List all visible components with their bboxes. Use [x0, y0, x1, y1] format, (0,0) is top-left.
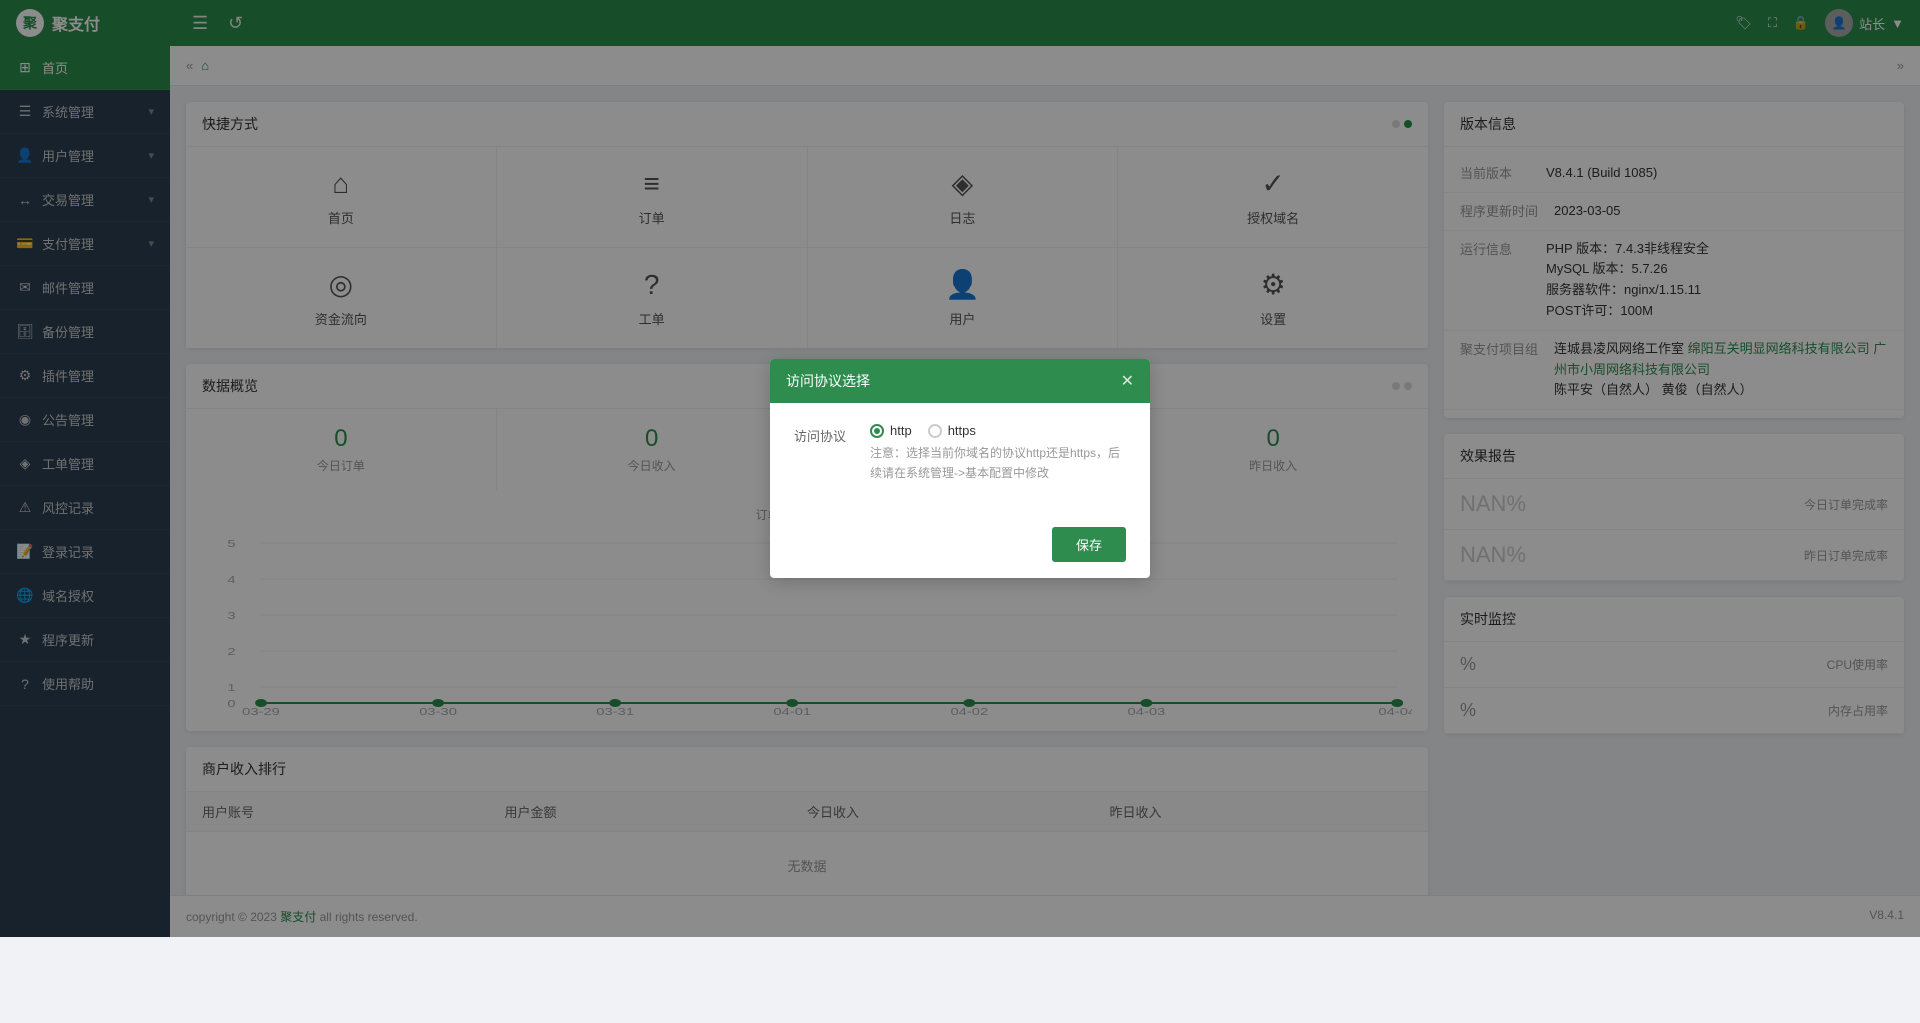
- radio-http-circle: [870, 424, 884, 438]
- radio-http-label: http: [890, 423, 912, 438]
- protocol-field-content: http https 注意：选择当前你域名的协议http还是https，后续请在…: [870, 423, 1126, 482]
- modal-note: 注意：选择当前你域名的协议http还是https，后续请在系统管理->基本配置中…: [870, 444, 1126, 482]
- modal-footer: 保存: [770, 515, 1150, 578]
- modal-header: 访问协议选择 ✕: [770, 359, 1150, 403]
- modal-body: 访问协议 http https 注意：选择当前你域名的协议http还是https…: [770, 403, 1150, 514]
- modal-overlay[interactable]: 访问协议选择 ✕ 访问协议 http https: [0, 0, 1920, 937]
- protocol-field-label: 访问协议: [794, 423, 854, 445]
- radio-http[interactable]: http: [870, 423, 912, 438]
- modal-close-icon[interactable]: ✕: [1121, 371, 1134, 391]
- protocol-radio-group: http https: [870, 423, 1126, 438]
- radio-https[interactable]: https: [928, 423, 976, 438]
- protocol-modal: 访问协议选择 ✕ 访问协议 http https: [770, 359, 1150, 577]
- modal-save-button[interactable]: 保存: [1052, 527, 1126, 562]
- modal-protocol-row: 访问协议 http https 注意：选择当前你域名的协议http还是https…: [794, 423, 1126, 482]
- radio-https-label: https: [948, 423, 976, 438]
- modal-title: 访问协议选择: [786, 371, 870, 391]
- radio-https-circle: [928, 424, 942, 438]
